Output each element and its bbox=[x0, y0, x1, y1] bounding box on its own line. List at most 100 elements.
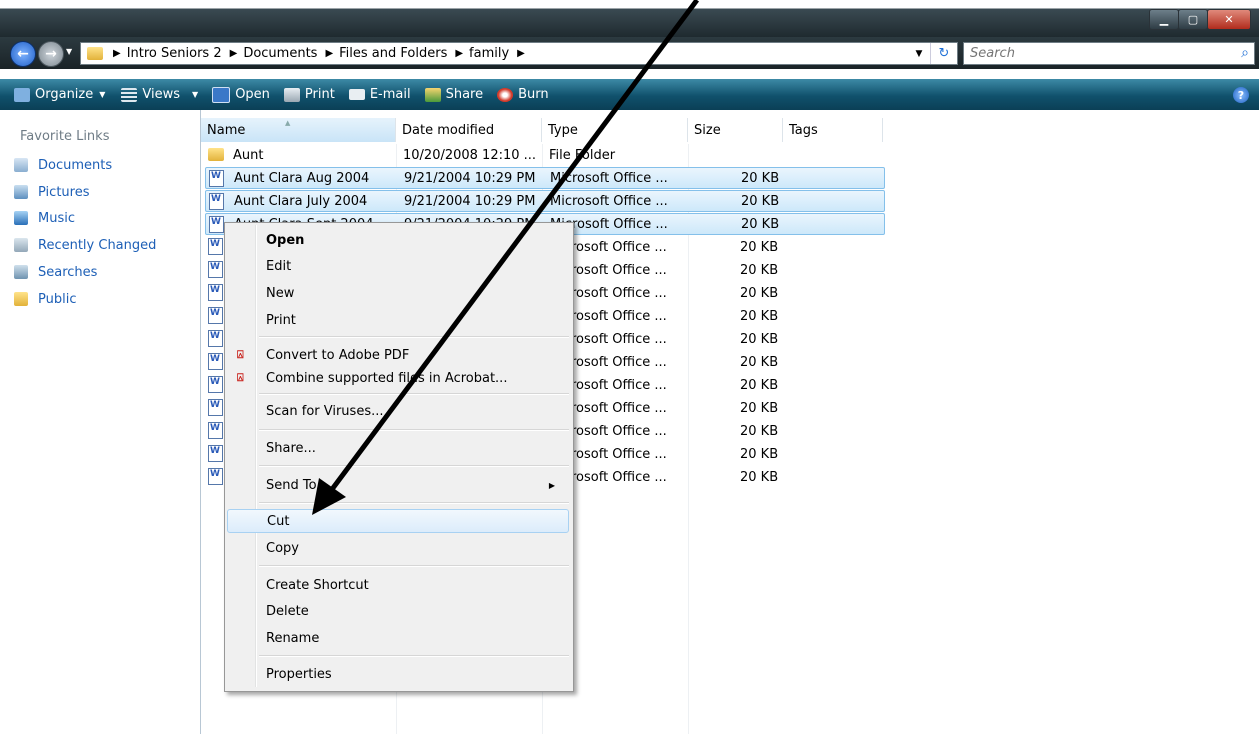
word-document-icon bbox=[208, 307, 223, 324]
word-document-icon bbox=[212, 86, 231, 103]
print-button[interactable]: Print bbox=[283, 87, 335, 102]
word-document-icon bbox=[209, 216, 224, 233]
nav-item-label: Recently Changed bbox=[38, 237, 157, 253]
searches-icon bbox=[14, 265, 28, 279]
file-name: Aunt Clara July 2004 bbox=[234, 193, 368, 209]
maximize-button[interactable]: ▢ bbox=[1178, 9, 1208, 30]
address-dropdown-icon[interactable]: ▼ bbox=[911, 43, 927, 64]
nav-item-documents[interactable]: Documents bbox=[14, 155, 112, 175]
forward-button[interactable]: → bbox=[38, 41, 64, 67]
open-label: Open bbox=[235, 87, 270, 102]
breadcrumb-separator-icon[interactable]: ▶ bbox=[455, 48, 463, 59]
column-header-name[interactable]: Name ▲ bbox=[201, 118, 396, 142]
window-title-bar: ▁ ▢ ✕ bbox=[0, 0, 1259, 37]
open-button[interactable]: Open bbox=[212, 86, 270, 103]
back-button[interactable]: ← bbox=[10, 41, 36, 67]
breadcrumb-separator-icon[interactable]: ▶ bbox=[230, 48, 238, 59]
email-label: E-mail bbox=[369, 87, 411, 102]
email-button[interactable]: E-mail bbox=[348, 87, 411, 102]
table-row[interactable]: Aunt 10/20/2008 12:10 ... File Folder bbox=[205, 144, 885, 166]
menu-item-label: Convert to Adobe PDF bbox=[266, 347, 410, 363]
context-menu: Open Edit New Print ⍓ Convert to Adobe P… bbox=[224, 222, 574, 692]
file-size: 20 KB bbox=[741, 193, 780, 209]
nav-item-music[interactable]: Music bbox=[14, 208, 75, 228]
menu-item-copy[interactable]: Copy bbox=[227, 536, 569, 560]
organize-button[interactable]: Organize ▼ bbox=[14, 87, 105, 102]
menu-item-print[interactable]: Print bbox=[227, 308, 569, 332]
menu-item-convert-to-pdf[interactable]: ⍓ Convert to Adobe PDF bbox=[227, 343, 569, 367]
file-size: 20 KB bbox=[740, 354, 779, 370]
breadcrumb-separator-icon[interactable]: ▶ bbox=[325, 48, 333, 59]
favorite-links-title: Favorite Links bbox=[20, 129, 110, 144]
breadcrumb-documents[interactable]: Documents bbox=[243, 46, 317, 61]
column-header-tags[interactable]: Tags bbox=[783, 118, 883, 142]
menu-item-label: Delete bbox=[266, 603, 309, 619]
menu-item-cut[interactable]: Cut bbox=[227, 509, 569, 533]
search-box[interactable]: ⌕ bbox=[963, 42, 1255, 65]
minimize-button[interactable]: ▁ bbox=[1149, 9, 1179, 30]
word-document-icon bbox=[208, 376, 223, 393]
burn-disc-icon bbox=[497, 87, 514, 102]
file-size: 20 KB bbox=[740, 469, 779, 485]
column-header-label: Type bbox=[548, 122, 578, 138]
pictures-icon bbox=[14, 185, 28, 199]
menu-item-send-to[interactable]: Send To ▶ bbox=[227, 473, 569, 497]
menu-item-new[interactable]: New bbox=[227, 281, 569, 305]
nav-item-recently-changed[interactable]: Recently Changed bbox=[14, 235, 156, 255]
file-name: Aunt bbox=[233, 147, 264, 163]
menu-item-combine-acrobat[interactable]: ⍓ Combine supported files in Acrobat... bbox=[227, 366, 569, 390]
file-size: 20 KB bbox=[740, 400, 779, 416]
nav-item-public[interactable]: Public bbox=[14, 289, 76, 309]
breadcrumb-intro-seniors[interactable]: Intro Seniors 2 bbox=[127, 46, 222, 61]
breadcrumb-separator-icon[interactable]: ▶ bbox=[517, 48, 525, 59]
file-size: 20 KB bbox=[740, 262, 779, 278]
refresh-icon[interactable]: ↻ bbox=[930, 43, 957, 64]
menu-separator bbox=[259, 655, 569, 657]
column-header-type[interactable]: Type bbox=[542, 118, 688, 142]
menu-item-label: Share... bbox=[266, 440, 316, 456]
menu-item-properties[interactable]: Properties bbox=[227, 662, 569, 686]
burn-button[interactable]: Burn bbox=[497, 87, 549, 102]
menu-item-create-shortcut[interactable]: Create Shortcut bbox=[227, 573, 569, 597]
nav-item-label: Pictures bbox=[38, 184, 90, 200]
menu-item-share[interactable]: Share... bbox=[227, 436, 569, 460]
menu-item-label: New bbox=[266, 285, 295, 301]
nav-item-label: Documents bbox=[38, 157, 113, 173]
address-bar[interactable]: ▶ Intro Seniors 2 ▶ Documents ▶ Files an… bbox=[80, 42, 958, 65]
file-date: 10/20/2008 12:10 ... bbox=[403, 147, 537, 163]
file-type: Microsoft Office ... bbox=[550, 193, 668, 209]
table-row[interactable]: Aunt Clara July 2004 9/21/2004 10:29 PM … bbox=[205, 190, 885, 212]
documents-icon bbox=[14, 158, 28, 172]
views-label: Views bbox=[142, 87, 181, 102]
views-button[interactable]: Views ▼ bbox=[121, 87, 198, 102]
nav-item-searches[interactable]: Searches bbox=[14, 262, 97, 282]
word-document-icon bbox=[208, 330, 223, 347]
column-header-date-modified[interactable]: Date modified bbox=[396, 118, 542, 142]
nav-item-pictures[interactable]: Pictures bbox=[14, 182, 89, 202]
back-arrow-icon: ← bbox=[17, 46, 29, 62]
breadcrumb-family[interactable]: family bbox=[469, 46, 509, 61]
breadcrumb-files-and-folders[interactable]: Files and Folders bbox=[339, 46, 447, 61]
recent-pages-dropdown[interactable]: ▼ bbox=[66, 47, 72, 56]
sort-ascending-icon: ▲ bbox=[285, 119, 291, 127]
table-row[interactable]: Aunt Clara Aug 2004 9/21/2004 10:29 PM M… bbox=[205, 167, 885, 189]
adobe-pdf-icon: ⍓ bbox=[237, 348, 244, 361]
menu-item-rename[interactable]: Rename bbox=[227, 626, 569, 650]
menu-item-open[interactable]: Open bbox=[227, 228, 569, 252]
file-size: 20 KB bbox=[740, 308, 779, 324]
menu-item-label: Properties bbox=[266, 666, 332, 682]
word-document-icon bbox=[208, 468, 223, 485]
menu-item-delete[interactable]: Delete bbox=[227, 599, 569, 623]
file-date: 9/21/2004 10:29 PM bbox=[404, 193, 536, 209]
menu-item-scan-viruses[interactable]: Scan for Viruses... bbox=[227, 399, 569, 423]
column-header-size[interactable]: Size bbox=[688, 118, 783, 142]
search-icon[interactable]: ⌕ bbox=[1241, 45, 1249, 61]
help-icon[interactable]: ? bbox=[1233, 87, 1249, 103]
share-button[interactable]: Share bbox=[424, 87, 483, 102]
window-controls: ▁ ▢ ✕ bbox=[1149, 9, 1251, 30]
breadcrumb-separator-icon: ▶ bbox=[113, 48, 121, 59]
close-button[interactable]: ✕ bbox=[1207, 9, 1251, 30]
menu-item-edit[interactable]: Edit bbox=[227, 254, 569, 278]
word-document-icon bbox=[208, 238, 223, 255]
search-input[interactable] bbox=[964, 45, 1222, 62]
